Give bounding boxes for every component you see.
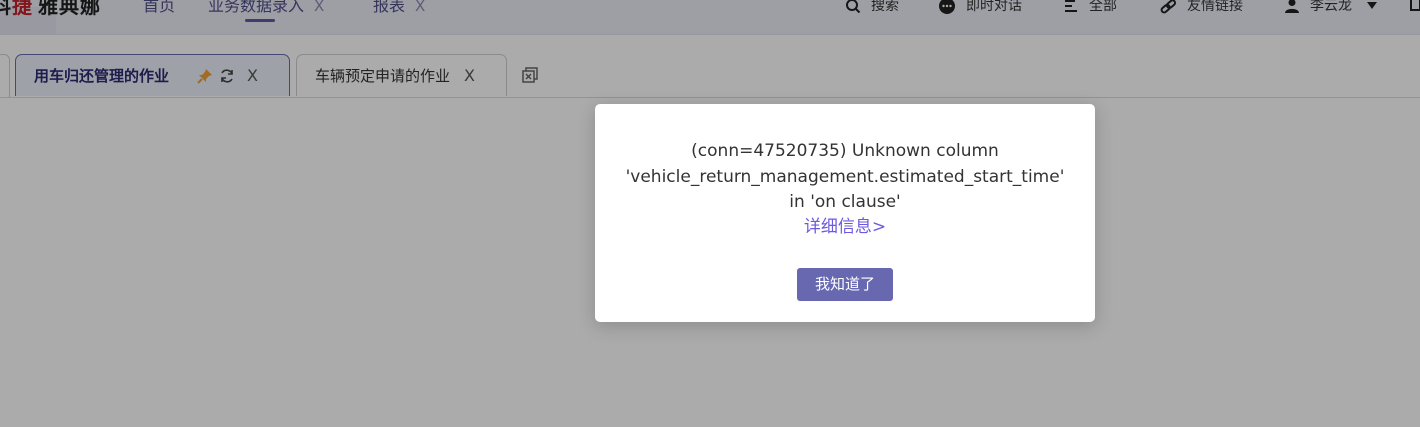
error-message-line-2: 'vehicle_return_management.estimated_sta…	[625, 166, 1065, 187]
acknowledge-button[interactable]: 我知道了	[797, 268, 893, 301]
error-message-line-3: in 'on clause'	[789, 192, 901, 212]
error-dialog: (conn=47520735) Unknown column 'vehicle_…	[595, 104, 1095, 322]
error-message-line-1: (conn=47520735) Unknown column	[691, 141, 999, 161]
error-message: (conn=47520735) Unknown column 'vehicle_…	[615, 139, 1075, 216]
details-link[interactable]: 详细信息>	[595, 215, 1095, 240]
